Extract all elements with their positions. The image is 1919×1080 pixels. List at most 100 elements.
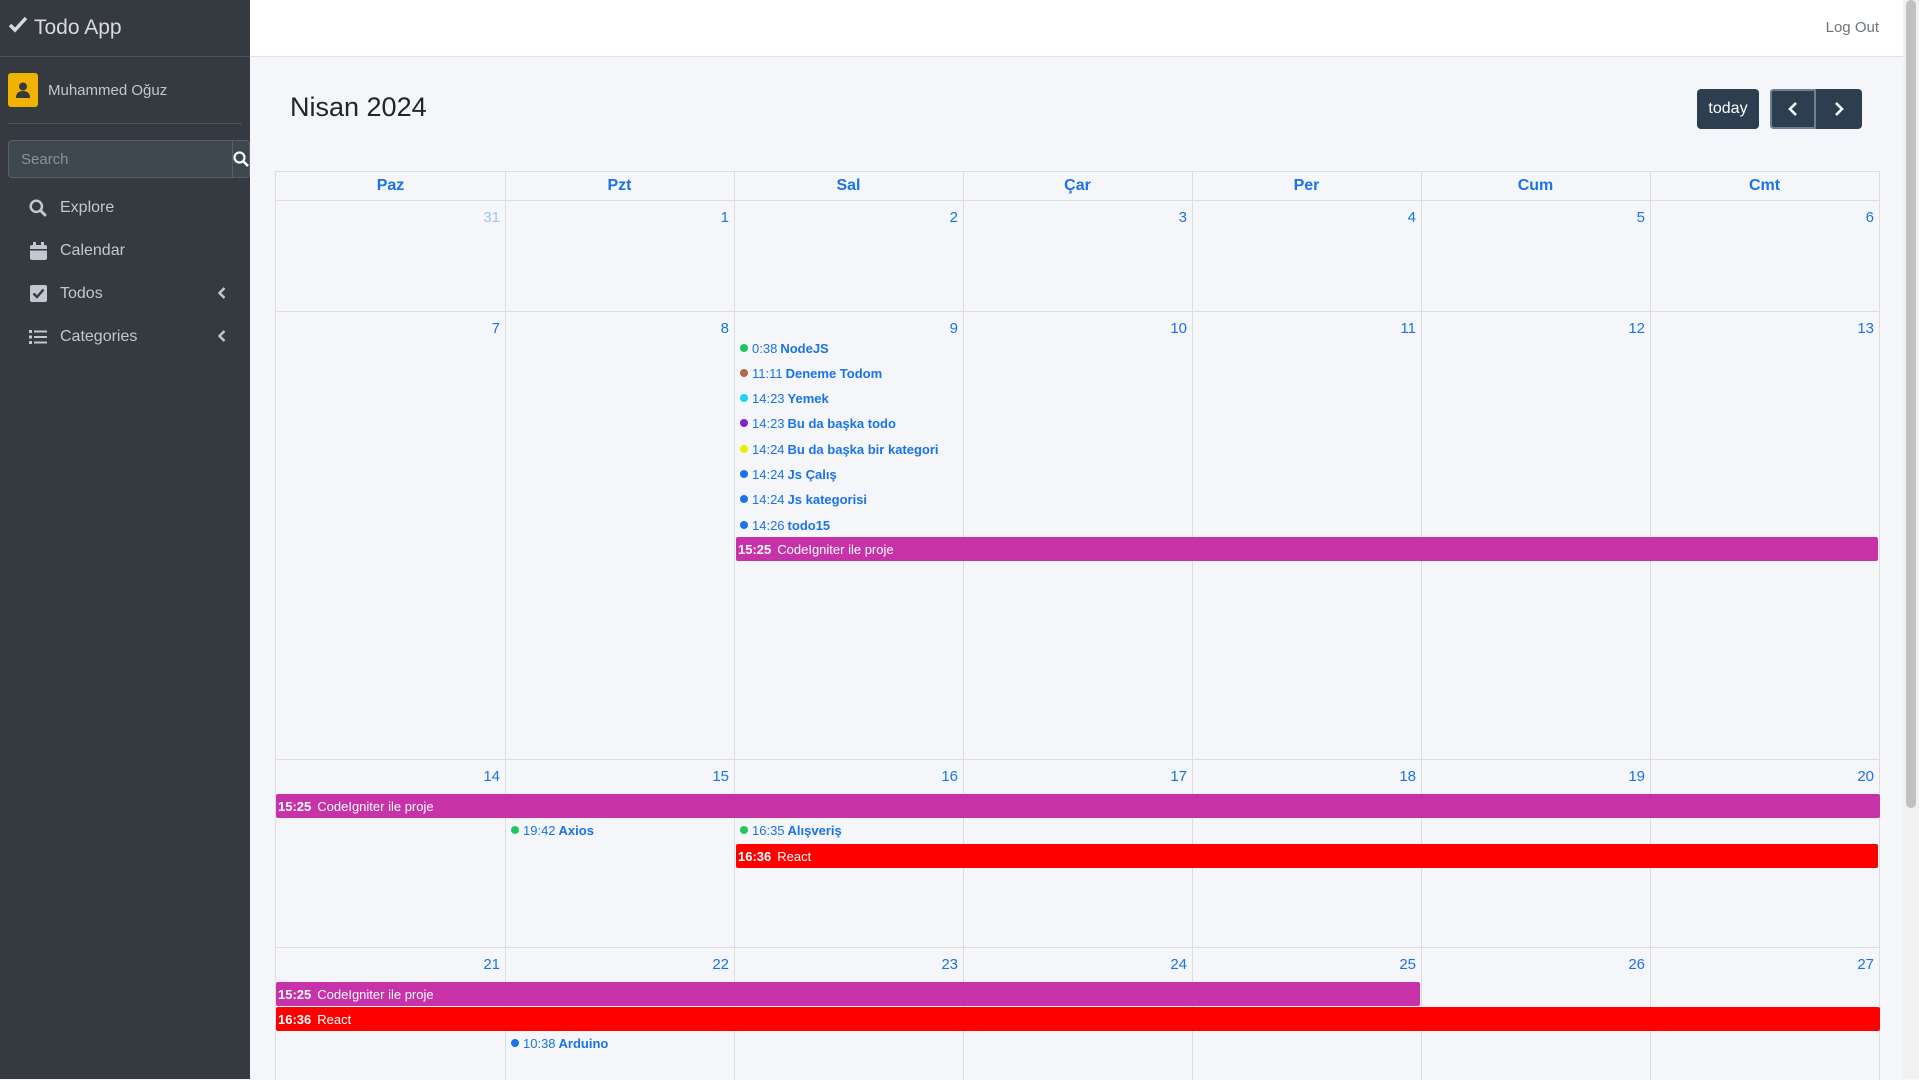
calendar-title: Nisan 2024 (290, 92, 427, 122)
day-cell[interactable]: 13 (1650, 312, 1880, 759)
day-number[interactable]: 20 (1857, 768, 1874, 785)
sidebar-item-categories[interactable]: Categories (0, 315, 250, 358)
weekday-header: Cmt (1650, 172, 1880, 200)
day-cell[interactable]: 31 (276, 201, 506, 311)
chevron-left-icon (217, 286, 226, 304)
day-cell[interactable]: 11 (1192, 312, 1422, 759)
day-cell[interactable]: 7 (276, 312, 506, 759)
scrollbar-thumb[interactable] (1906, 0, 1916, 808)
next-month-button[interactable] (1816, 89, 1862, 129)
day-number[interactable]: 9 (950, 320, 958, 337)
day-number[interactable]: 4 (1408, 209, 1416, 226)
day-number[interactable]: 1 (721, 209, 729, 226)
day-number[interactable]: 8 (721, 320, 729, 337)
event-time: 16:36 (278, 1011, 312, 1027)
calendar-event[interactable]: 14:23 Yemek (734, 389, 829, 407)
day-number[interactable]: 7 (492, 320, 500, 337)
event-bar-codeigniter[interactable]: 15:25 CodeIgniter ile proje (276, 794, 1880, 818)
day-number[interactable]: 26 (1628, 956, 1645, 973)
sidebar-item-label: Todos (60, 284, 103, 302)
day-cell[interactable]: 3 (963, 201, 1193, 311)
search-button[interactable] (232, 140, 250, 178)
day-cell[interactable]: 14 (276, 760, 506, 947)
day-number[interactable]: 11 (1400, 320, 1416, 337)
day-cell[interactable]: 8 (505, 312, 735, 759)
calendar-event[interactable]: 11:11 Deneme Todom (734, 364, 882, 382)
check-square-icon (28, 284, 48, 304)
event-time: 0:38 (752, 340, 778, 356)
sidebar-item-todos[interactable]: Todos (0, 272, 250, 315)
event-time: 15:25 (278, 798, 312, 814)
sidebar-item-explore[interactable]: Explore (0, 186, 250, 229)
event-bar-react[interactable]: 16:36 React (736, 844, 1878, 868)
calendar-event[interactable]: 14:24 Js Çalış (734, 465, 837, 483)
day-number[interactable]: 23 (941, 956, 958, 973)
calendar-icon (28, 241, 48, 261)
day-cell[interactable]: 5 (1421, 201, 1651, 311)
event-bar-codeigniter[interactable]: 15:25 CodeIgniter ile proje (276, 982, 1420, 1006)
event-title: NodeJS (780, 340, 829, 356)
day-cell[interactable]: 4 (1192, 201, 1422, 311)
sidebar-item-calendar[interactable]: Calendar (0, 229, 250, 272)
day-number[interactable]: 6 (1866, 209, 1874, 226)
user-name[interactable]: Muhammed Oğuz (48, 82, 167, 99)
user-panel[interactable]: Muhammed Oğuz (8, 57, 242, 124)
event-title: Bu da başka todo (787, 415, 896, 431)
event-time: 14:24 (752, 466, 785, 482)
day-number[interactable]: 19 (1628, 768, 1645, 785)
chevron-left-icon (1788, 102, 1797, 116)
day-cell[interactable]: 12 (1421, 312, 1651, 759)
day-number[interactable]: 14 (483, 768, 500, 785)
top-navbar: Log Out (250, 0, 1903, 57)
calendar-event[interactable]: 14:26 todo15 (734, 516, 830, 534)
calendar-event[interactable]: 14:24 Bu da başka bir kategori (734, 440, 939, 458)
avatar (8, 73, 38, 107)
day-number[interactable]: 12 (1628, 320, 1645, 337)
calendar-event[interactable]: 0:38 NodeJS (734, 339, 829, 357)
day-number[interactable]: 22 (712, 956, 729, 973)
day-number[interactable]: 18 (1399, 768, 1416, 785)
event-bar-codeigniter[interactable]: 15:25 CodeIgniter ile proje (736, 537, 1878, 561)
event-dot (740, 521, 748, 529)
day-number[interactable]: 2 (950, 209, 958, 226)
calendar-event[interactable]: 14:23 Bu da başka todo (734, 414, 896, 432)
event-time: 16:36 (738, 848, 772, 864)
event-bar-react[interactable]: 16:36 React (276, 1007, 1880, 1031)
day-number[interactable]: 3 (1179, 209, 1187, 226)
day-cell[interactable]: 1 (505, 201, 735, 311)
day-number[interactable]: 25 (1399, 956, 1416, 973)
event-title: todo15 (787, 517, 831, 533)
event-time: 11:11 (752, 365, 783, 381)
sidebar-item-label: Explore (60, 198, 115, 216)
weekday-header: Çar (963, 172, 1193, 200)
day-cell[interactable]: 6 (1650, 201, 1880, 311)
day-number[interactable]: 15 (712, 768, 729, 785)
day-number[interactable]: 5 (1637, 209, 1645, 226)
day-number[interactable]: 31 (483, 209, 500, 226)
day-number[interactable]: 17 (1170, 768, 1187, 785)
day-number[interactable]: 13 (1857, 320, 1874, 337)
day-number[interactable]: 24 (1170, 956, 1187, 973)
day-number[interactable]: 16 (941, 768, 958, 785)
logout-link[interactable]: Log Out (1826, 19, 1879, 36)
day-number[interactable]: 27 (1857, 956, 1874, 973)
sidebar-item-label: Calendar (60, 241, 125, 259)
event-title: React (317, 1011, 352, 1027)
day-cell[interactable]: 10 (963, 312, 1193, 759)
calendar-event[interactable]: 19:42 Axios (505, 821, 594, 839)
day-cell[interactable]: 2 (734, 201, 964, 311)
day-number[interactable]: 10 (1170, 320, 1187, 337)
calendar-event[interactable]: 10:38 Arduino (505, 1034, 608, 1052)
page-scrollbar[interactable] (1903, 0, 1919, 1079)
brand-link[interactable]: Todo App (0, 0, 250, 57)
calendar-event[interactable]: 16:35 Alışveriş (734, 821, 842, 839)
today-button[interactable]: today (1697, 89, 1759, 129)
prev-month-button[interactable] (1770, 89, 1816, 129)
calendar-event[interactable]: 14:24 Js kategorisi (734, 490, 867, 508)
calendar-week: 21 22 23 24 25 26 27 15:25 CodeIgniter i… (276, 948, 1880, 1080)
day-cell[interactable]: 15 (505, 760, 735, 947)
check-icon (8, 16, 34, 40)
day-number[interactable]: 21 (483, 956, 500, 973)
search-input[interactable] (8, 140, 232, 178)
chevron-left-icon (217, 329, 226, 347)
